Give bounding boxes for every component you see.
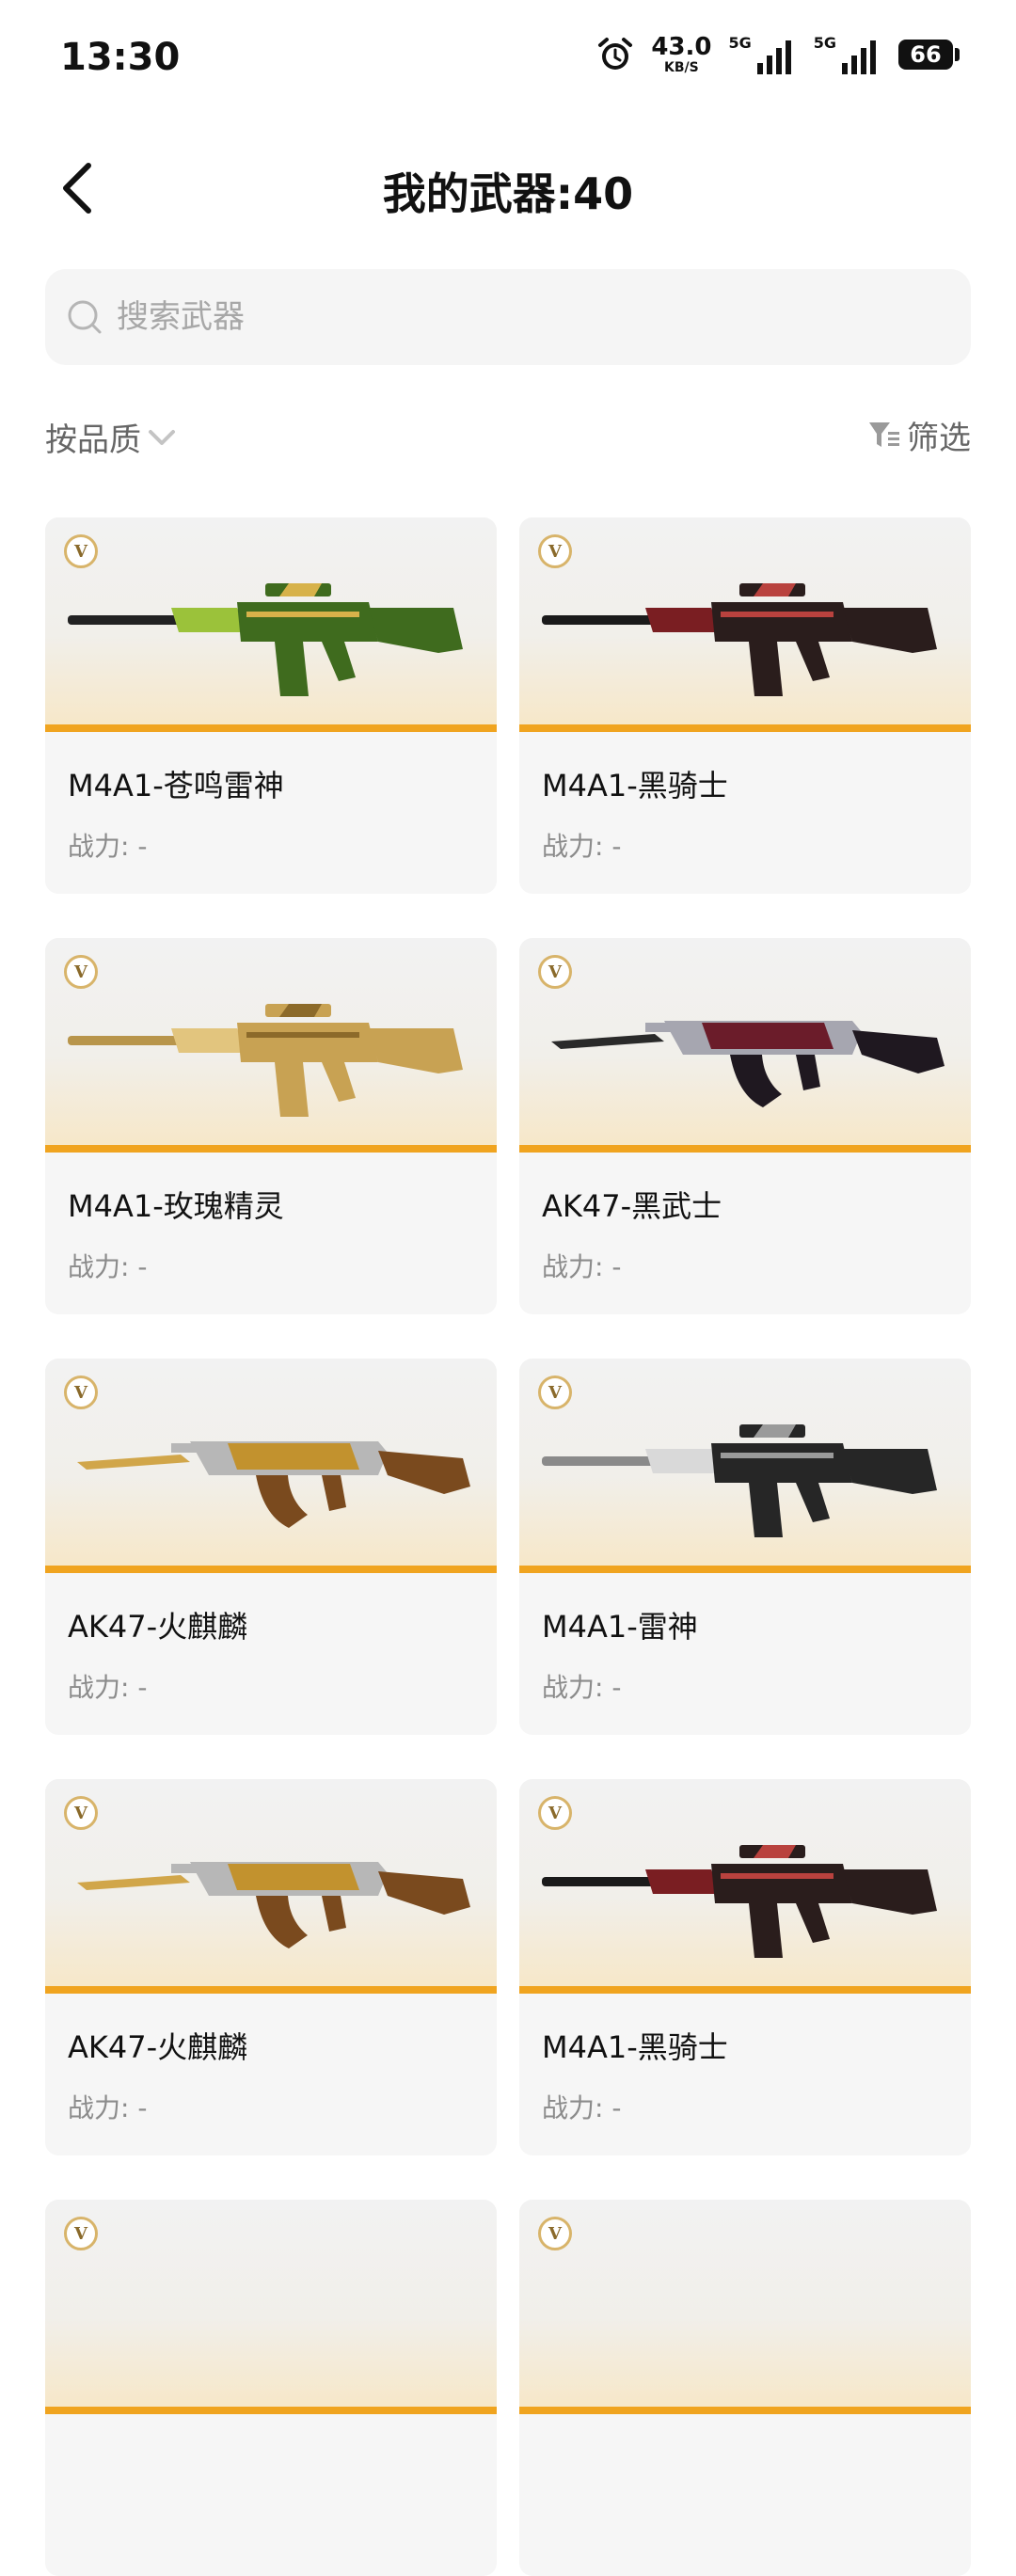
weapon-image: V bbox=[519, 1359, 971, 1573]
weapon-card[interactable]: V M4A1-黑骑士 战力: - bbox=[519, 517, 971, 894]
weapon-power: 战力: - bbox=[68, 831, 148, 862]
rifle-green-dragon-icon bbox=[68, 583, 463, 696]
weapon-image: V bbox=[45, 2200, 497, 2414]
weapon-name: AK47-火麒麟 bbox=[68, 1609, 248, 1645]
status-icons: 43.0 KB/S 5G 5G 66 bbox=[596, 34, 960, 74]
weapon-image: V bbox=[45, 1779, 497, 1994]
weapon-power: 战力: - bbox=[542, 831, 622, 862]
weapon-power: 战力: - bbox=[68, 1251, 148, 1282]
weapon-name: AK47-黑武士 bbox=[542, 1188, 722, 1224]
weapon-name: M4A1-苍鸣雷神 bbox=[68, 768, 284, 803]
rifle-icon bbox=[542, 2237, 948, 2388]
rifle-icon bbox=[68, 2237, 474, 2388]
battery-tip bbox=[955, 47, 960, 61]
weapon-card[interactable]: V bbox=[45, 2200, 497, 2576]
rifle-black-knight-icon bbox=[542, 1845, 937, 1958]
weapon-card[interactable]: V M4A1-雷神 战力: - bbox=[519, 1359, 971, 1735]
weapon-image: V bbox=[45, 938, 497, 1153]
weapon-image: V bbox=[519, 1779, 971, 1994]
alarm-icon bbox=[598, 37, 633, 70]
weapon-image: V bbox=[45, 1359, 497, 1573]
network-speed-value: 43.0 bbox=[651, 32, 712, 61]
weapon-image: V bbox=[519, 938, 971, 1153]
sort-label: 按品质 bbox=[45, 421, 141, 459]
weapon-card[interactable]: V M4A1-玫瑰精灵 战力: - bbox=[45, 938, 497, 1314]
weapon-power: 战力: - bbox=[68, 1672, 148, 1703]
filter-button[interactable]: 筛选 bbox=[867, 412, 971, 458]
network-label-2: 5G bbox=[813, 34, 836, 52]
rifle-black-knight-icon bbox=[542, 583, 937, 696]
weapon-power: 战力: - bbox=[542, 1672, 622, 1703]
network-label-1: 5G bbox=[728, 34, 752, 52]
weapon-image: V bbox=[519, 2200, 971, 2414]
page-title: 我的武器:40 bbox=[382, 168, 634, 219]
weapon-card[interactable]: V AK47-火麒麟 战力: - bbox=[45, 1359, 497, 1735]
filter-icon bbox=[869, 421, 899, 447]
rifle-gold-rose-icon bbox=[68, 1004, 463, 1117]
network-speed: 43.0 KB/S bbox=[651, 35, 711, 74]
weapon-name: M4A1-黑骑士 bbox=[542, 2029, 728, 2065]
weapon-card[interactable]: V M4A1-苍鸣雷神 战力: - bbox=[45, 517, 497, 894]
rifle-fire-qilin-icon bbox=[77, 1862, 470, 1948]
filter-label: 筛选 bbox=[907, 420, 971, 457]
status-time: 13:30 bbox=[60, 36, 181, 79]
network-5g-1: 5G bbox=[728, 34, 796, 74]
search-input[interactable] bbox=[115, 288, 928, 346]
rifle-thunder-god-icon bbox=[542, 1424, 937, 1537]
weapon-card[interactable]: V AK47-火麒麟 战力: - bbox=[45, 1779, 497, 2155]
signal-icon bbox=[842, 40, 876, 74]
sort-by-quality-dropdown[interactable]: 按品质 bbox=[45, 414, 177, 460]
weapon-image: V bbox=[519, 517, 971, 732]
weapon-power: 战力: - bbox=[542, 2092, 622, 2123]
weapon-grid: V M4A1-苍鸣雷神 战力: - V M4A1-黑骑士 战力: - V M4A… bbox=[45, 517, 971, 2576]
search-icon bbox=[68, 300, 102, 334]
search-bar[interactable] bbox=[45, 269, 971, 365]
weapon-power: 战力: - bbox=[68, 2092, 148, 2123]
weapon-card[interactable]: V bbox=[519, 2200, 971, 2576]
weapon-card[interactable]: V M4A1-黑骑士 战力: - bbox=[519, 1779, 971, 2155]
battery-level: 66 bbox=[898, 39, 953, 70]
status-bar: 13:30 43.0 KB/S 5G 5G 66 bbox=[0, 0, 1016, 122]
weapon-name: M4A1-黑骑士 bbox=[542, 768, 728, 803]
weapon-power: 战力: - bbox=[542, 1251, 622, 1282]
battery-icon: 66 bbox=[898, 39, 960, 70]
weapon-name: M4A1-玫瑰精灵 bbox=[68, 1188, 284, 1224]
weapon-card[interactable]: V AK47-黑武士 战力: - bbox=[519, 938, 971, 1314]
rifle-fire-qilin-icon bbox=[77, 1441, 470, 1528]
signal-icon bbox=[756, 40, 791, 74]
chevron-down-icon bbox=[149, 429, 175, 445]
network-speed-unit: KB/S bbox=[664, 59, 699, 75]
weapon-name: AK47-火麒麟 bbox=[68, 2029, 248, 2065]
weapon-image: V bbox=[45, 517, 497, 732]
rifle-black-warrior-icon bbox=[551, 1021, 945, 1107]
weapon-name: M4A1-雷神 bbox=[542, 1609, 698, 1645]
network-5g-2: 5G bbox=[814, 34, 881, 74]
